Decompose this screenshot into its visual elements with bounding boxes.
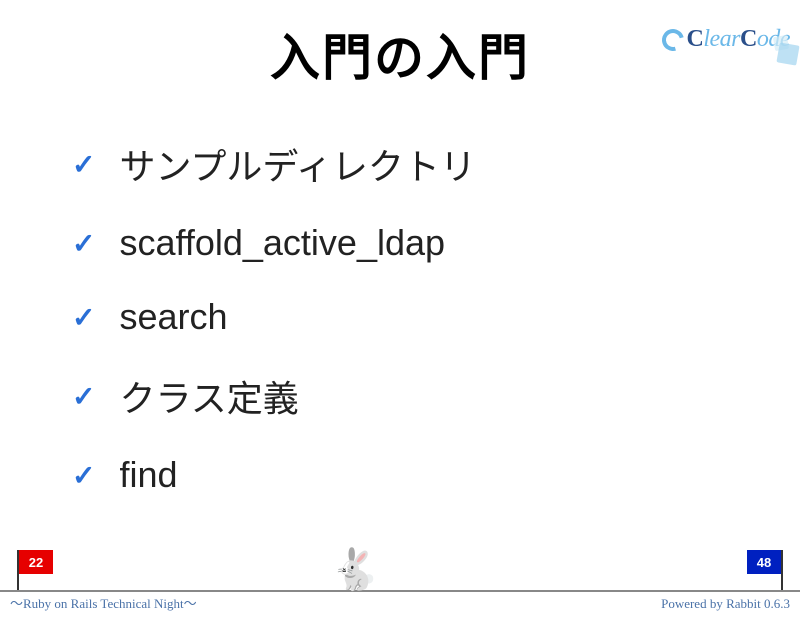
current-slide-flag: 22 [16,550,52,590]
bullet-text: scaffold_active_ldap [119,222,445,264]
list-item: ✓ find [72,454,800,496]
total-slides-flag: 48 [748,550,784,590]
rabbit-progress-icon: 🐇 [330,550,380,590]
progress-track [0,590,800,592]
bullet-text: search [119,296,227,338]
flag-pole-icon [781,550,783,590]
bullet-text: クラス定義 [119,370,298,422]
brand-logo: ClearCode [662,26,790,53]
check-icon: ✓ [72,380,95,413]
check-icon: ✓ [72,301,95,334]
bullet-text: サンプルディレクトリ [119,138,475,190]
check-icon: ✓ [72,459,95,492]
check-icon: ✓ [72,227,95,260]
list-item: ✓ サンプルディレクトリ [72,138,800,190]
bullet-text: find [119,454,177,496]
current-slide-number: 22 [19,550,53,574]
list-item: ✓ search [72,296,800,338]
logo-accent-icon [776,42,799,65]
footer-generator: Powered by Rabbit 0.6.3 [661,596,790,612]
check-icon: ✓ [72,148,95,181]
bullet-list: ✓ サンプルディレクトリ ✓ scaffold_active_ldap ✓ searc… [72,138,800,496]
total-slides-number: 48 [747,550,781,574]
logo-c-icon [658,24,688,54]
list-item: ✓ scaffold_active_ldap [72,222,800,264]
list-item: ✓ クラス定義 [72,370,800,422]
footer-subtitle: 〜Ruby on Rails Technical Night〜 [10,593,197,612]
